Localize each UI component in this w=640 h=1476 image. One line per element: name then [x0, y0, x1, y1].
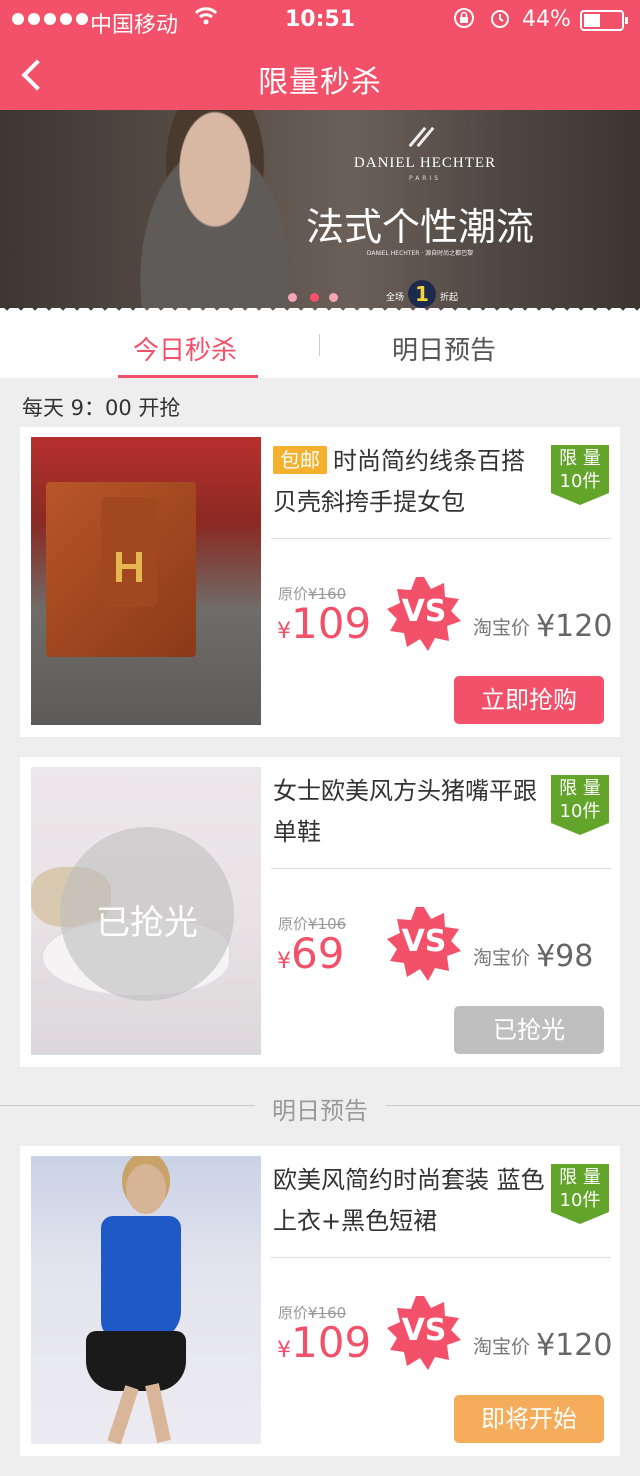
vs-label: VS: [401, 594, 447, 629]
currency-symbol: ¥: [277, 949, 291, 974]
product-title[interactable]: 欧美风简约时尚套装 蓝色上衣+黑色短裙: [273, 1160, 545, 1242]
free-shipping-tag: 包邮: [273, 446, 327, 474]
page-title: 限量秒杀: [258, 65, 382, 100]
carousel-dot[interactable]: [288, 293, 297, 302]
tab-tomorrow[interactable]: 明日预告: [392, 330, 496, 367]
taobao-price-value: ¥120: [536, 1328, 613, 1363]
divider: [271, 1257, 611, 1258]
tab-bar: 今日秒杀 明日预告: [0, 320, 640, 378]
daily-start-time: 每天 9：00 开抢: [22, 396, 181, 420]
taobao-price: 淘宝价 ¥120: [473, 609, 612, 644]
limit-badge: 限 量 10件: [551, 775, 609, 837]
tab-active-indicator: [118, 375, 258, 378]
bag-buckle: [116, 552, 142, 582]
banner-promo-number: 1: [408, 280, 436, 308]
product-image[interactable]: [31, 437, 261, 725]
taobao-price-label: 淘宝价: [473, 1336, 531, 1358]
buy-now-button[interactable]: 立即抢购: [454, 676, 604, 724]
banner-promo-prefix: 全场: [386, 293, 405, 303]
tab-divider: [319, 334, 320, 356]
limit-badge: 限 量 10件: [551, 445, 609, 507]
top-bar: 中国移动 10:51 44% 限量秒杀: [0, 0, 640, 110]
model-leg: [145, 1383, 171, 1443]
banner-promo-suffix: 折起: [440, 293, 459, 303]
banner-model-image: [120, 110, 310, 322]
battery-percent: 44%: [522, 7, 571, 32]
taobao-price-label: 淘宝价: [473, 947, 531, 969]
currency-symbol: ¥: [277, 1338, 291, 1363]
product-card[interactable]: 已抢光 女士欧美风方头猪嘴平跟单鞋 限 量 10件 原价¥106 ¥69 VS 淘…: [20, 757, 620, 1067]
currency-symbol: ¥: [277, 619, 291, 644]
divider: [271, 868, 611, 869]
sale-price: ¥69: [277, 929, 344, 978]
product-image[interactable]: [31, 1156, 261, 1444]
product-image[interactable]: 已抢光: [31, 767, 261, 1055]
vs-label: VS: [401, 924, 447, 959]
sale-price-value: 69: [291, 929, 345, 978]
limit-badge-line1: 限 量: [559, 448, 601, 469]
banner-sub-slogan: DANIEL HECHTER · 源自时尚之都巴黎: [366, 250, 474, 257]
product-title[interactable]: 女士欧美风方头猪嘴平跟单鞋: [273, 771, 545, 853]
limit-badge-line2: 10件: [559, 801, 601, 822]
status-bar: 中国移动 10:51 44%: [0, 0, 640, 42]
carousel-dot-active[interactable]: [310, 293, 319, 302]
banner-brand-sub: PARIS: [408, 175, 442, 182]
brand-logo-icon: [410, 125, 434, 147]
product-card[interactable]: 欧美风简约时尚套装 蓝色上衣+黑色短裙 限 量 10件 原价¥160 ¥109 V…: [20, 1146, 620, 1456]
divider: [271, 538, 611, 539]
vs-label: VS: [401, 1313, 447, 1348]
rotation-lock-icon: [452, 6, 476, 35]
limit-badge-line1: 限 量: [559, 778, 601, 799]
promo-banner[interactable]: DANIEL HECHTER PARIS 法式个性潮流 DANIEL HECHT…: [0, 110, 640, 322]
sold-out-button[interactable]: 已抢光: [454, 1006, 604, 1054]
model-head: [126, 1164, 166, 1214]
tab-today[interactable]: 今日秒杀: [133, 330, 237, 367]
sale-price: ¥109: [277, 1318, 371, 1367]
sale-price-value: 109: [291, 1318, 372, 1367]
taobao-price-value: ¥120: [536, 609, 613, 644]
banner-brand: DANIEL HECHTER: [353, 155, 497, 171]
product-title[interactable]: 包邮 时尚简约线条百搭贝壳斜挎手提女包: [273, 441, 545, 523]
limit-badge-line2: 10件: [559, 1190, 601, 1211]
limit-badge-line1: 限 量: [559, 1167, 601, 1188]
taobao-price: 淘宝价 ¥98: [473, 939, 593, 974]
sale-price: ¥109: [277, 599, 371, 648]
taobao-price-value: ¥98: [536, 939, 594, 974]
model-skirt: [86, 1331, 186, 1391]
taobao-price: 淘宝价 ¥120: [473, 1328, 612, 1363]
product-card[interactable]: 包邮 时尚简约线条百搭贝壳斜挎手提女包 限 量 10件 原价¥160 ¥109 VS…: [20, 427, 620, 737]
banner-slogan: 法式个性潮流: [305, 205, 534, 249]
limit-badge-line2: 10件: [559, 471, 601, 492]
sale-price-value: 109: [291, 599, 372, 648]
tomorrow-section-heading: 明日预告: [272, 1097, 368, 1125]
alarm-icon: [488, 6, 512, 35]
taobao-price-label: 淘宝价: [473, 617, 531, 639]
battery-icon: [580, 10, 628, 31]
sold-out-overlay-text: 已抢光: [96, 903, 198, 943]
model-leg: [107, 1385, 139, 1444]
coming-soon-button[interactable]: 即将开始: [454, 1395, 604, 1443]
limit-badge: 限 量 10件: [551, 1164, 609, 1226]
carousel-dot[interactable]: [329, 293, 338, 302]
model-top: [101, 1216, 181, 1341]
